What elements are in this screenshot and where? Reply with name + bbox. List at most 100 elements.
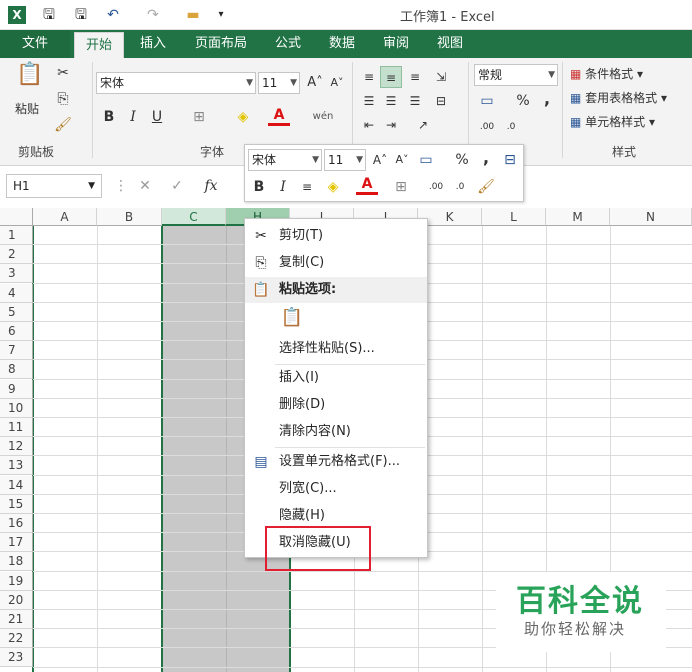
orientation-icon[interactable]: ↗ — [412, 114, 434, 136]
mini-percent-button[interactable]: % — [451, 149, 473, 171]
number-format-combo[interactable]: 常规 ▼ — [474, 64, 558, 86]
mini-font-size-combo[interactable]: 11 ▼ — [324, 149, 366, 171]
increase-decimal-icon[interactable]: .00 — [476, 116, 498, 138]
mini-italic-button[interactable]: I — [272, 176, 294, 198]
row-header[interactable]: 22 — [0, 629, 33, 648]
row-header[interactable]: 5 — [0, 303, 33, 322]
mini-comma-button[interactable]: , — [475, 147, 497, 169]
mini-font-name-combo[interactable]: 宋体 ▼ — [248, 149, 322, 171]
decrease-indent-icon[interactable]: ⇤ — [358, 114, 380, 136]
row-header[interactable]: 7 — [0, 341, 33, 360]
row-header[interactable]: 15 — [0, 495, 33, 514]
row-header[interactable]: 9 — [0, 380, 33, 399]
menu-item-column-width[interactable]: 列宽(C)... — [245, 476, 427, 502]
conditional-format-button[interactable]: ▦ 条件格式 ▾ — [570, 65, 643, 83]
column-header-n[interactable]: N — [610, 208, 692, 226]
tab-insert[interactable]: 插入 — [130, 30, 176, 58]
save-as-icon[interactable]: 🖫 — [72, 6, 90, 24]
paste-option-icon[interactable]: 📋 — [279, 307, 305, 333]
mini-font-color-icon[interactable]: A — [356, 176, 378, 195]
align-right-icon[interactable]: ☰ — [404, 90, 426, 112]
tab-page-layout[interactable]: 页面布局 — [186, 30, 256, 58]
menu-item-insert[interactable]: 插入(I) — [245, 365, 427, 391]
decrease-font-icon[interactable]: A˅ — [326, 72, 348, 94]
row-header[interactable]: 19 — [0, 572, 33, 591]
row-header[interactable]: 3 — [0, 264, 33, 283]
menu-item-cut[interactable]: ✂ 剪切(T) — [245, 223, 427, 249]
open-folder-icon[interactable]: ▬ — [184, 6, 202, 24]
menu-item-clear-contents[interactable]: 清除内容(N) — [245, 419, 427, 445]
mini-merge-icon[interactable]: ⊟ — [499, 149, 521, 171]
middle-align-icon[interactable]: ≡ — [380, 66, 402, 88]
tab-file[interactable]: 文件 — [0, 30, 70, 58]
align-center-icon[interactable]: ☰ — [380, 90, 402, 112]
cell-styles-button[interactable]: ▦ 单元格样式 ▾ — [570, 113, 655, 131]
tab-data[interactable]: 数据 — [320, 30, 364, 58]
row-header[interactable]: 16 — [0, 514, 33, 533]
menu-item-copy[interactable]: ⎘ 复制(C) — [245, 250, 427, 276]
underline-button[interactable]: U — [146, 106, 168, 128]
font-name-combo[interactable]: 宋体 ▼ — [96, 72, 256, 94]
row-header[interactable]: 8 — [0, 360, 33, 379]
tab-home[interactable]: 开始 — [74, 32, 124, 58]
merge-center-icon[interactable]: ⊟ — [430, 90, 452, 112]
insert-function-button[interactable]: fx — [200, 175, 222, 197]
mini-format-painter-icon[interactable]: 🖌 — [475, 176, 497, 198]
accounting-format-icon[interactable]: ▭ — [476, 90, 498, 112]
mini-border-icon[interactable]: ⊞ — [390, 176, 412, 198]
row-header[interactable]: 13 — [0, 456, 33, 475]
tab-view[interactable]: 视图 — [428, 30, 472, 58]
mini-increase-font-icon[interactable]: A˄ — [369, 149, 391, 171]
row-header[interactable]: 2 — [0, 245, 33, 264]
row-header[interactable]: 10 — [0, 399, 33, 418]
column-header-a[interactable]: A — [33, 208, 97, 226]
border-icon[interactable]: ⊞ — [188, 106, 210, 128]
mini-decrease-font-icon[interactable]: A˅ — [391, 149, 413, 171]
decrease-decimal-icon[interactable]: .0 — [500, 116, 522, 138]
bottom-align-icon[interactable]: ≡ — [404, 66, 426, 88]
column-header-b[interactable]: B — [97, 208, 162, 226]
format-as-table-button[interactable]: ▦ 套用表格格式 ▾ — [570, 89, 667, 107]
align-left-icon[interactable]: ☰ — [358, 90, 380, 112]
cancel-icon[interactable]: ✕ — [134, 175, 156, 197]
row-header[interactable]: 6 — [0, 322, 33, 341]
increase-indent-icon[interactable]: ⇥ — [380, 114, 402, 136]
mini-align-icon[interactable]: ≡ — [296, 176, 318, 198]
mini-increase-decimal-icon[interactable]: .00 — [425, 176, 447, 198]
italic-button[interactable]: I — [122, 106, 144, 128]
select-all-corner[interactable] — [0, 208, 33, 226]
bold-button[interactable]: B — [98, 106, 120, 128]
redo-icon[interactable]: ↷ — [144, 6, 162, 24]
customize-qat-icon[interactable]: ▾ — [212, 6, 230, 24]
percent-style-button[interactable]: % — [512, 90, 534, 112]
name-box[interactable]: H1 ▼ — [6, 174, 102, 198]
row-header[interactable]: 18 — [0, 552, 33, 571]
format-painter-icon[interactable]: 🖌 — [52, 114, 74, 136]
menu-item-delete[interactable]: 删除(D) — [245, 392, 427, 418]
row-header[interactable]: 20 — [0, 591, 33, 610]
wrap-text-icon[interactable]: ⇲ — [430, 66, 452, 88]
undo-icon[interactable]: ↶ — [104, 6, 122, 24]
row-header[interactable]: 11 — [0, 418, 33, 437]
row-header[interactable]: 23 — [0, 648, 33, 667]
row-header[interactable]: 17 — [0, 533, 33, 552]
top-align-icon[interactable]: ≡ — [358, 66, 380, 88]
save-icon[interactable]: 🖫 — [40, 6, 58, 24]
row-header[interactable]: 12 — [0, 437, 33, 456]
row-header[interactable]: 14 — [0, 476, 33, 495]
column-header-m[interactable]: M — [546, 208, 610, 226]
tab-review[interactable]: 审阅 — [374, 30, 418, 58]
enter-icon[interactable]: ✓ — [166, 175, 188, 197]
row-header[interactable]: 21 — [0, 610, 33, 629]
font-color-icon[interactable]: A — [268, 106, 290, 126]
column-header-l[interactable]: L — [482, 208, 546, 226]
increase-font-icon[interactable]: A˄ — [304, 72, 326, 94]
menu-item-paste-special[interactable]: 选择性粘贴(S)... — [245, 336, 427, 362]
mini-accounting-icon[interactable]: ▭ — [415, 149, 437, 171]
menu-item-format-cells[interactable]: ▤ 设置单元格格式(F)... — [245, 449, 427, 475]
mini-fill-color-icon[interactable]: ◈ — [322, 176, 344, 198]
paste-icon[interactable]: 📋 — [16, 64, 44, 94]
copy-icon[interactable]: ⎘ — [52, 88, 74, 110]
row-header[interactable]: 1 — [0, 226, 33, 245]
fill-color-icon[interactable]: ◈ — [232, 106, 254, 128]
